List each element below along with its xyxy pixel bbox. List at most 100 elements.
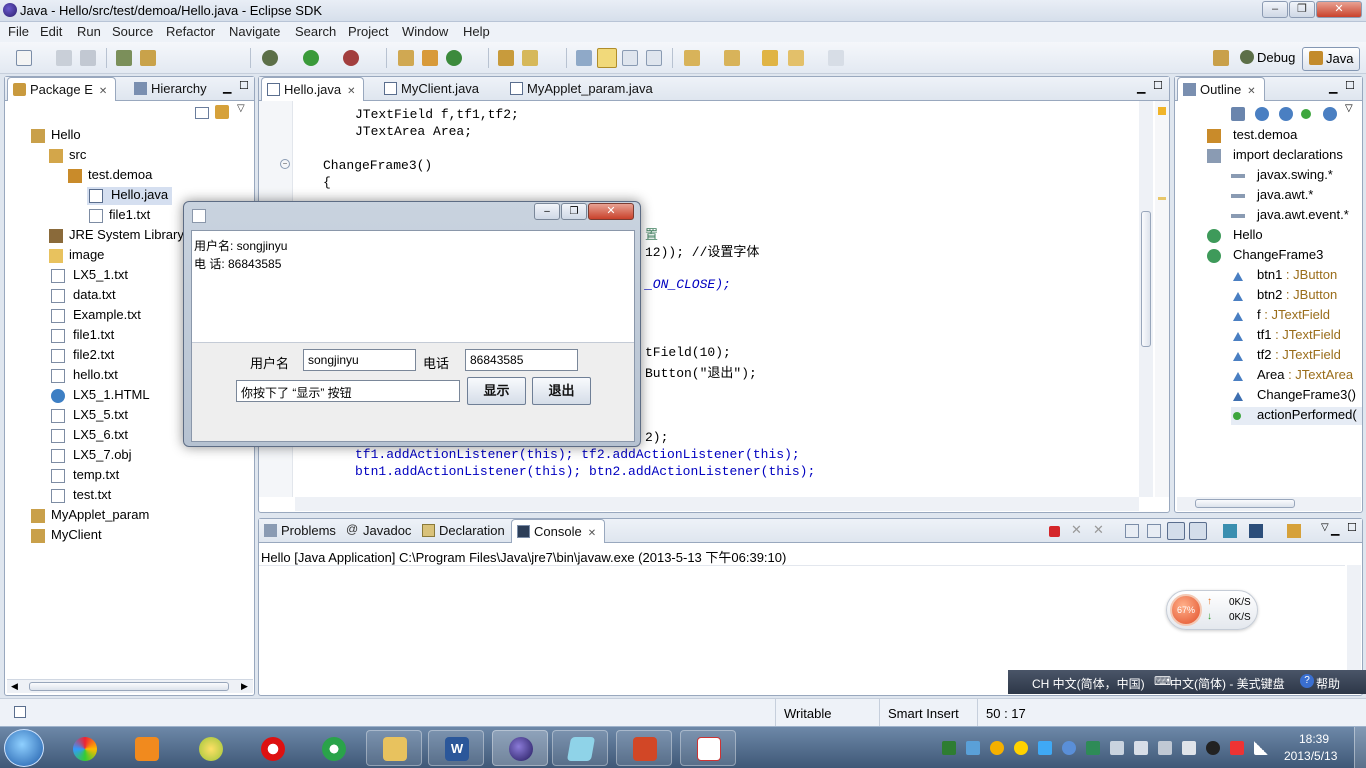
new-java-project-icon[interactable] <box>140 50 156 66</box>
outline-item[interactable]: java.awt.event.* <box>1231 207 1349 225</box>
menu-navigate[interactable]: Navigate <box>229 24 280 39</box>
outline-item[interactable]: tf2 : JTextField <box>1231 347 1341 365</box>
tree-item[interactable]: data.txt <box>51 287 116 305</box>
clock-time[interactable]: 18:39 <box>1299 732 1329 746</box>
taskbar-app-player[interactable] <box>182 730 238 766</box>
taskbar-app-explorer[interactable] <box>366 730 422 766</box>
tree-item[interactable]: test.demoa <box>68 167 152 185</box>
tab-myclient-java[interactable]: MyClient.java <box>379 77 487 101</box>
taskbar-app-media[interactable] <box>118 730 174 766</box>
block-selection-icon[interactable] <box>622 50 638 66</box>
view-menu-icon[interactable]: ▽ <box>237 103 245 114</box>
help-link[interactable]: 帮助 <box>1316 675 1340 692</box>
maximize-view-icon[interactable]: ☐ <box>1347 521 1357 534</box>
tab-hello-java[interactable]: Hello.java ✕ <box>261 77 365 101</box>
tab-package-explorer[interactable]: Package E ✕ <box>7 77 117 101</box>
menu-refactor[interactable]: Refactor <box>166 24 215 39</box>
minimize-view-icon[interactable]: ▁ <box>1331 523 1339 536</box>
link-with-editor-icon[interactable] <box>215 105 229 119</box>
editor-vertical-scrollbar[interactable] <box>1139 101 1153 497</box>
tree-item[interactable]: MyApplet_param <box>31 507 149 525</box>
tree-item[interactable]: LX5_6.txt <box>51 427 128 445</box>
close-icon[interactable]: ✕ <box>347 86 355 97</box>
user-field[interactable]: songjinyu <box>303 349 416 371</box>
maximize-view-icon[interactable]: ☐ <box>1153 79 1163 92</box>
outline-item[interactable]: f : JTextField <box>1231 307 1330 325</box>
debug-icon[interactable] <box>262 50 278 66</box>
open-type-icon[interactable] <box>498 50 514 66</box>
net-speed-widget[interactable]: 67% ↑ ↓ 0K/S 0K/S <box>1166 590 1258 630</box>
close-icon[interactable]: ✕ <box>99 86 107 97</box>
outline-item[interactable]: ChangeFrame3() <box>1231 387 1356 405</box>
tree-item[interactable]: JRE System Library <box>49 227 184 245</box>
status-field[interactable]: 你按下了 “显示” 按钮 <box>236 380 460 402</box>
tray-icon-13[interactable] <box>1230 741 1244 755</box>
tab-outline[interactable]: Outline ✕ <box>1177 77 1265 101</box>
show-whitespace-icon[interactable] <box>646 50 662 66</box>
taskbar-app-eclipse[interactable] <box>492 730 548 766</box>
outline-item[interactable]: javax.swing.* <box>1231 167 1333 185</box>
minimize-view-icon[interactable]: ▁ <box>1329 81 1337 94</box>
start-button[interactable] <box>4 729 44 767</box>
build-icon[interactable] <box>116 50 132 66</box>
language-bar[interactable]: CH 中文(简体，中国) ⌨ 中文(简体) - 美式键盘 ? 帮助 <box>1008 670 1366 694</box>
tree-item[interactable]: MyClient <box>31 527 102 545</box>
dialog-close-button[interactable]: ✕ <box>588 203 634 220</box>
tree-item[interactable]: LX5_1.HTML <box>51 387 150 405</box>
show-desktop-button[interactable] <box>1354 727 1366 768</box>
tab-problems[interactable]: Problems <box>259 519 344 543</box>
save-icon[interactable] <box>56 50 72 66</box>
forward-icon[interactable] <box>828 50 844 66</box>
tab-javadoc[interactable]: @ Javadoc <box>341 519 419 543</box>
qq-icon[interactable] <box>1206 741 1220 755</box>
taskbar-app-notes[interactable] <box>552 730 608 766</box>
outline-item[interactable]: btn2 : JButton <box>1231 287 1337 305</box>
open-perspective-icon[interactable] <box>1213 50 1229 66</box>
back-icon[interactable] <box>788 50 804 66</box>
tree-item[interactable]: Hello.java <box>87 187 173 205</box>
outline-horizontal-scrollbar[interactable] <box>1177 497 1361 511</box>
search-icon[interactable] <box>522 50 538 66</box>
tree-item[interactable]: src <box>49 147 86 165</box>
next-annotation-icon[interactable] <box>684 50 700 66</box>
horizontal-scrollbar[interactable]: ◀ ▶ <box>7 679 253 693</box>
tray-icon-plus[interactable] <box>1014 741 1028 755</box>
minimize-view-icon[interactable]: ▁ <box>1137 81 1145 94</box>
scroll-thumb[interactable] <box>29 682 229 691</box>
view-menu-icon[interactable]: ▽ <box>1345 103 1353 114</box>
tree-item[interactable]: Hello <box>31 127 81 145</box>
phone-field[interactable]: 86843585 <box>465 349 578 371</box>
last-edit-icon[interactable] <box>762 50 778 66</box>
outline-item[interactable]: java.awt.* <box>1231 187 1313 205</box>
maximize-view-icon[interactable]: ☐ <box>1345 79 1355 92</box>
outline-item[interactable]: import declarations <box>1207 147 1343 165</box>
taskbar-app-word[interactable]: W <box>428 730 484 766</box>
tree-item[interactable]: image <box>49 247 104 265</box>
show-on-error-icon[interactable] <box>1189 522 1207 540</box>
maximize-button[interactable]: ❐ <box>1289 1 1315 18</box>
shield-icon[interactable] <box>1086 741 1100 755</box>
show-on-output-icon[interactable] <box>1167 522 1185 540</box>
menu-edit[interactable]: Edit <box>40 24 62 39</box>
network-signal-icon[interactable] <box>1254 741 1268 755</box>
outline-item[interactable]: actionPerformed( <box>1231 407 1362 425</box>
remove-all-icon[interactable]: ✕ <box>1093 522 1104 538</box>
taskbar-app-powerpoint[interactable] <box>616 730 672 766</box>
scroll-left-icon[interactable]: ◀ <box>11 681 18 692</box>
editor-horizontal-scrollbar[interactable] <box>295 497 1139 511</box>
display-console-icon[interactable] <box>1249 524 1263 538</box>
taskbar-app-video[interactable] <box>244 730 300 766</box>
outline-item[interactable]: ChangeFrame3 <box>1207 247 1323 265</box>
minimize-button[interactable]: – <box>1262 1 1288 18</box>
menu-source[interactable]: Source <box>112 24 153 39</box>
outline-item[interactable]: test.demoa <box>1207 127 1297 145</box>
new-package-icon[interactable] <box>398 50 414 66</box>
tree-item[interactable]: hello.txt <box>51 367 118 385</box>
tree-item[interactable]: Example.txt <box>51 307 141 325</box>
close-icon[interactable]: ✕ <box>588 528 596 539</box>
taskbar-app-browser[interactable] <box>305 730 361 766</box>
scroll-thumb[interactable] <box>1141 211 1151 347</box>
sort-icon[interactable] <box>1231 107 1245 121</box>
volume-icon[interactable] <box>1158 741 1172 755</box>
pin-console-icon[interactable] <box>1223 524 1237 538</box>
